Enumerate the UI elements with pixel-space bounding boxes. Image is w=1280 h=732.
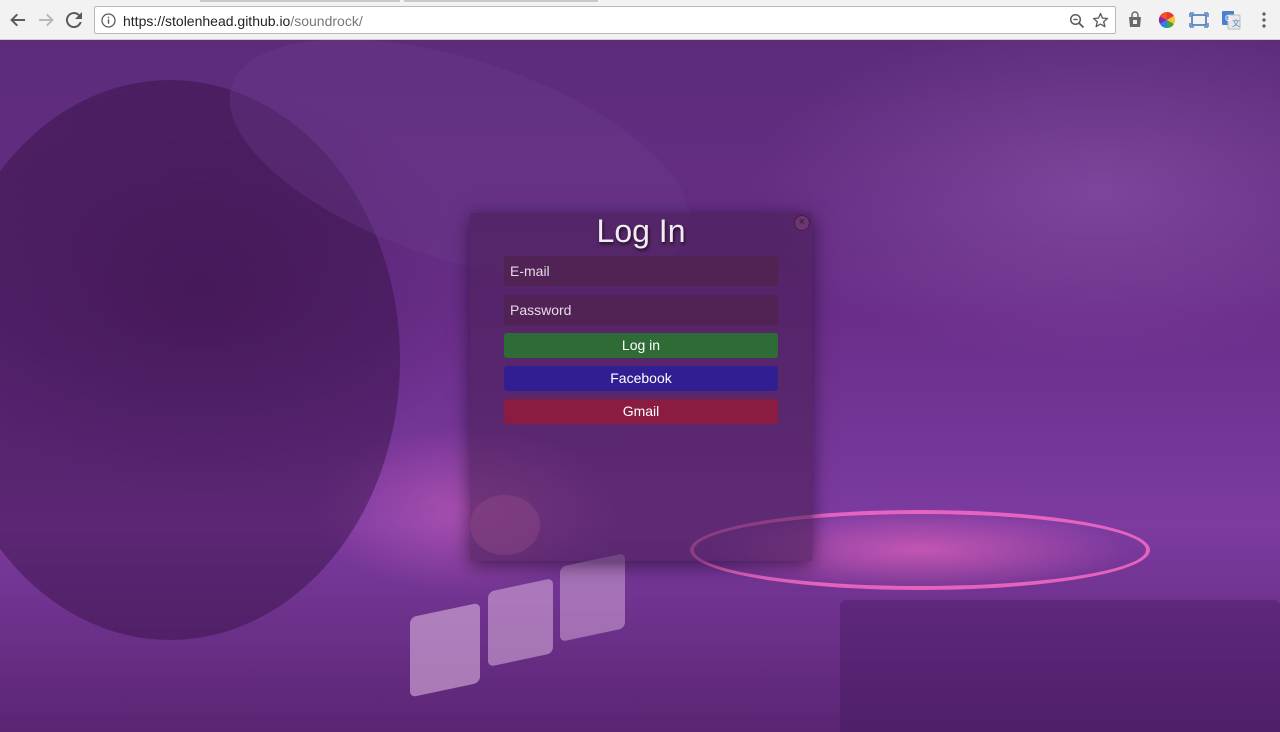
star-icon[interactable] <box>1092 12 1109 34</box>
email-field[interactable] <box>504 256 778 286</box>
background-fader <box>410 602 480 698</box>
browser-toolbar: https://stolenhead.github.io/soundrock/ … <box>0 0 1280 40</box>
page-background: × Log In Log in Facebook Gmail <box>0 40 1280 732</box>
password-field[interactable] <box>504 295 778 325</box>
screenshot-icon[interactable] <box>1189 10 1209 30</box>
background-mixer <box>840 600 1280 732</box>
facebook-login-button[interactable]: Facebook <box>504 366 778 391</box>
svg-text:文: 文 <box>1232 18 1240 28</box>
translate-icon[interactable]: G文 <box>1221 10 1241 30</box>
shopping-bag-icon[interactable] <box>1125 10 1145 30</box>
forward-arrow-icon[interactable] <box>34 8 58 32</box>
kebab-menu-icon[interactable] <box>1254 10 1274 30</box>
reload-icon[interactable] <box>62 8 86 32</box>
background-fader <box>560 553 625 642</box>
url-host: https://stolenhead.github.io <box>123 13 291 29</box>
url-path: /soundrock/ <box>290 13 363 29</box>
modal-title: Log In <box>596 213 686 249</box>
background-fader <box>488 578 553 667</box>
address-bar[interactable]: https://stolenhead.github.io/soundrock/ <box>94 6 1116 34</box>
url-text: https://stolenhead.github.io/soundrock/ <box>123 13 363 29</box>
zoom-icon[interactable] <box>1069 13 1085 34</box>
tab-edge <box>200 0 400 2</box>
tab-edge <box>404 0 598 2</box>
info-icon[interactable] <box>101 13 116 28</box>
gmail-login-button[interactable]: Gmail <box>504 399 778 424</box>
login-button[interactable]: Log in <box>504 333 778 358</box>
color-wheel-icon[interactable] <box>1157 10 1177 30</box>
back-arrow-icon[interactable] <box>6 8 30 32</box>
svg-text:G: G <box>1225 14 1231 23</box>
login-modal: × Log In Log in Facebook Gmail <box>470 213 812 561</box>
